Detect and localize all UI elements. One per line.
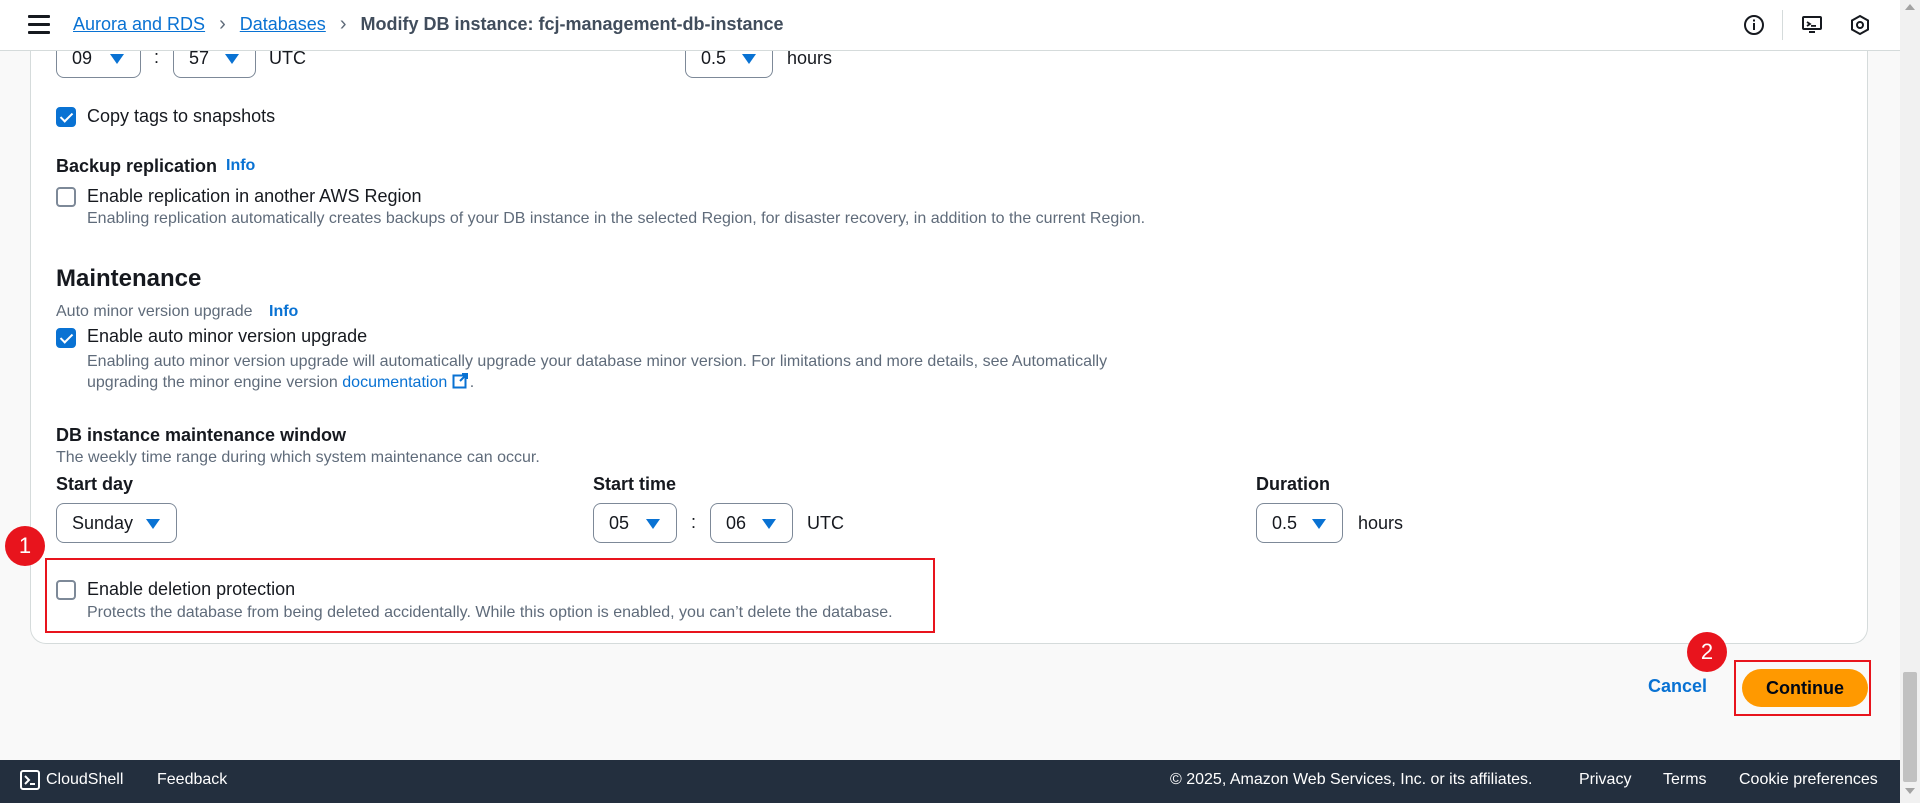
duration-unit: hours	[787, 48, 833, 68]
settings-hexagon-icon[interactable]	[1848, 13, 1872, 37]
cookie-preferences-link[interactable]: Cookie preferences	[1739, 771, 1878, 789]
caret-down-icon	[225, 54, 239, 64]
caret-down-icon	[110, 54, 124, 64]
caret-down-icon	[646, 519, 660, 529]
copy-tags-label: Copy tags to snapshots	[87, 106, 276, 126]
modify-settings-panel: 09 : 57 UTC 0.5 hours Copy tags to snaps…	[30, 20, 1868, 644]
breadcrumb-databases[interactable]: Databases	[240, 14, 326, 35]
period-text: .	[469, 374, 475, 391]
caret-down-icon	[742, 54, 756, 64]
screen-share-icon[interactable]	[1800, 13, 1824, 37]
step-badge-1: 1	[5, 526, 45, 566]
duration-unit: hours	[1358, 513, 1404, 533]
auto-minor-version-info-link[interactable]: Info	[269, 303, 298, 321]
scroll-down-arrow-icon[interactable]	[1905, 788, 1915, 794]
scrollbar-thumb[interactable]	[1903, 672, 1917, 782]
info-circle-icon[interactable]	[1742, 13, 1766, 37]
maintenance-heading: Maintenance	[56, 265, 202, 292]
time-separator: :	[691, 512, 697, 532]
backup-replication-info-link[interactable]: Info	[226, 157, 255, 175]
auto-minor-version-description-line2: upgrading the minor engine version docum…	[87, 373, 474, 392]
auto-minor-version-checkbox[interactable]	[56, 328, 76, 348]
copyright-text: © 2025, Amazon Web Services, Inc. or its…	[1170, 771, 1533, 788]
select-value: 05	[609, 512, 630, 533]
auto-minor-version-checkbox-label: Enable auto minor version upgrade	[87, 326, 368, 346]
start-day-select[interactable]: Sunday	[56, 503, 177, 543]
auto-minor-version-description: Enabling auto minor version upgrade will…	[87, 353, 1108, 370]
caret-down-icon	[146, 519, 160, 529]
backup-replication-heading: Backup replication	[56, 156, 218, 176]
menu-icon[interactable]	[28, 15, 50, 35]
step-badge-2: 2	[1687, 632, 1727, 672]
timezone-label: UTC	[269, 48, 306, 68]
external-link-icon[interactable]	[452, 373, 470, 391]
backup-replication-label: Enable replication in another AWS Region	[87, 186, 422, 206]
start-day-label: Start day	[56, 474, 134, 494]
toolbar-divider	[1782, 10, 1783, 40]
breadcrumb: Aurora and RDS › Databases › Modify DB i…	[73, 13, 784, 36]
top-navigation-bar: Aurora and RDS › Databases › Modify DB i…	[0, 0, 1900, 51]
breadcrumb-aurora-rds[interactable]: Aurora and RDS	[73, 14, 205, 35]
duration-label: Duration	[1256, 474, 1330, 494]
maintenance-window-heading: DB instance maintenance window	[56, 425, 347, 445]
start-hour-select[interactable]: 05	[593, 503, 677, 543]
highlight-box-deletion-protection	[45, 558, 935, 633]
chevron-right-icon: ›	[219, 13, 226, 35]
documentation-link[interactable]: documentation	[342, 374, 447, 391]
backup-replication-checkbox[interactable]	[56, 187, 76, 207]
timezone-label: UTC	[807, 513, 844, 533]
maintenance-duration-select[interactable]: 0.5	[1256, 503, 1343, 543]
select-value: 0.5	[1272, 512, 1298, 533]
scroll-up-arrow-icon[interactable]	[1905, 4, 1915, 10]
start-minute-select[interactable]: 06	[710, 503, 793, 543]
caret-down-icon	[762, 519, 776, 529]
backup-replication-description: Enabling replication automatically creat…	[87, 210, 1146, 227]
maintenance-window-description: The weekly time range during which syste…	[56, 449, 540, 466]
breadcrumb-current-page: Modify DB instance: fcj-management-db-in…	[360, 14, 784, 34]
feedback-link[interactable]: Feedback	[157, 771, 227, 789]
cloudshell-button[interactable]: CloudShell	[46, 771, 123, 789]
description-text: upgrading the minor engine version	[87, 374, 338, 391]
terms-link[interactable]: Terms	[1663, 771, 1707, 789]
cloudshell-icon[interactable]	[20, 770, 40, 795]
chevron-right-icon: ›	[339, 13, 347, 35]
caret-down-icon	[1312, 519, 1326, 529]
page-scrollbar[interactable]	[1900, 0, 1920, 803]
continue-button[interactable]: Continue	[1742, 669, 1868, 707]
select-value: 06	[726, 512, 747, 533]
auto-minor-version-label: Auto minor version upgrade	[56, 303, 253, 320]
cancel-button[interactable]: Cancel	[1648, 676, 1707, 697]
start-time-label: Start time	[593, 474, 677, 494]
select-value: Sunday	[72, 512, 134, 533]
copy-tags-checkbox[interactable]	[56, 107, 76, 127]
privacy-link[interactable]: Privacy	[1579, 771, 1631, 789]
console-footer: CloudShell Feedback © 2025, Amazon Web S…	[0, 760, 1900, 803]
